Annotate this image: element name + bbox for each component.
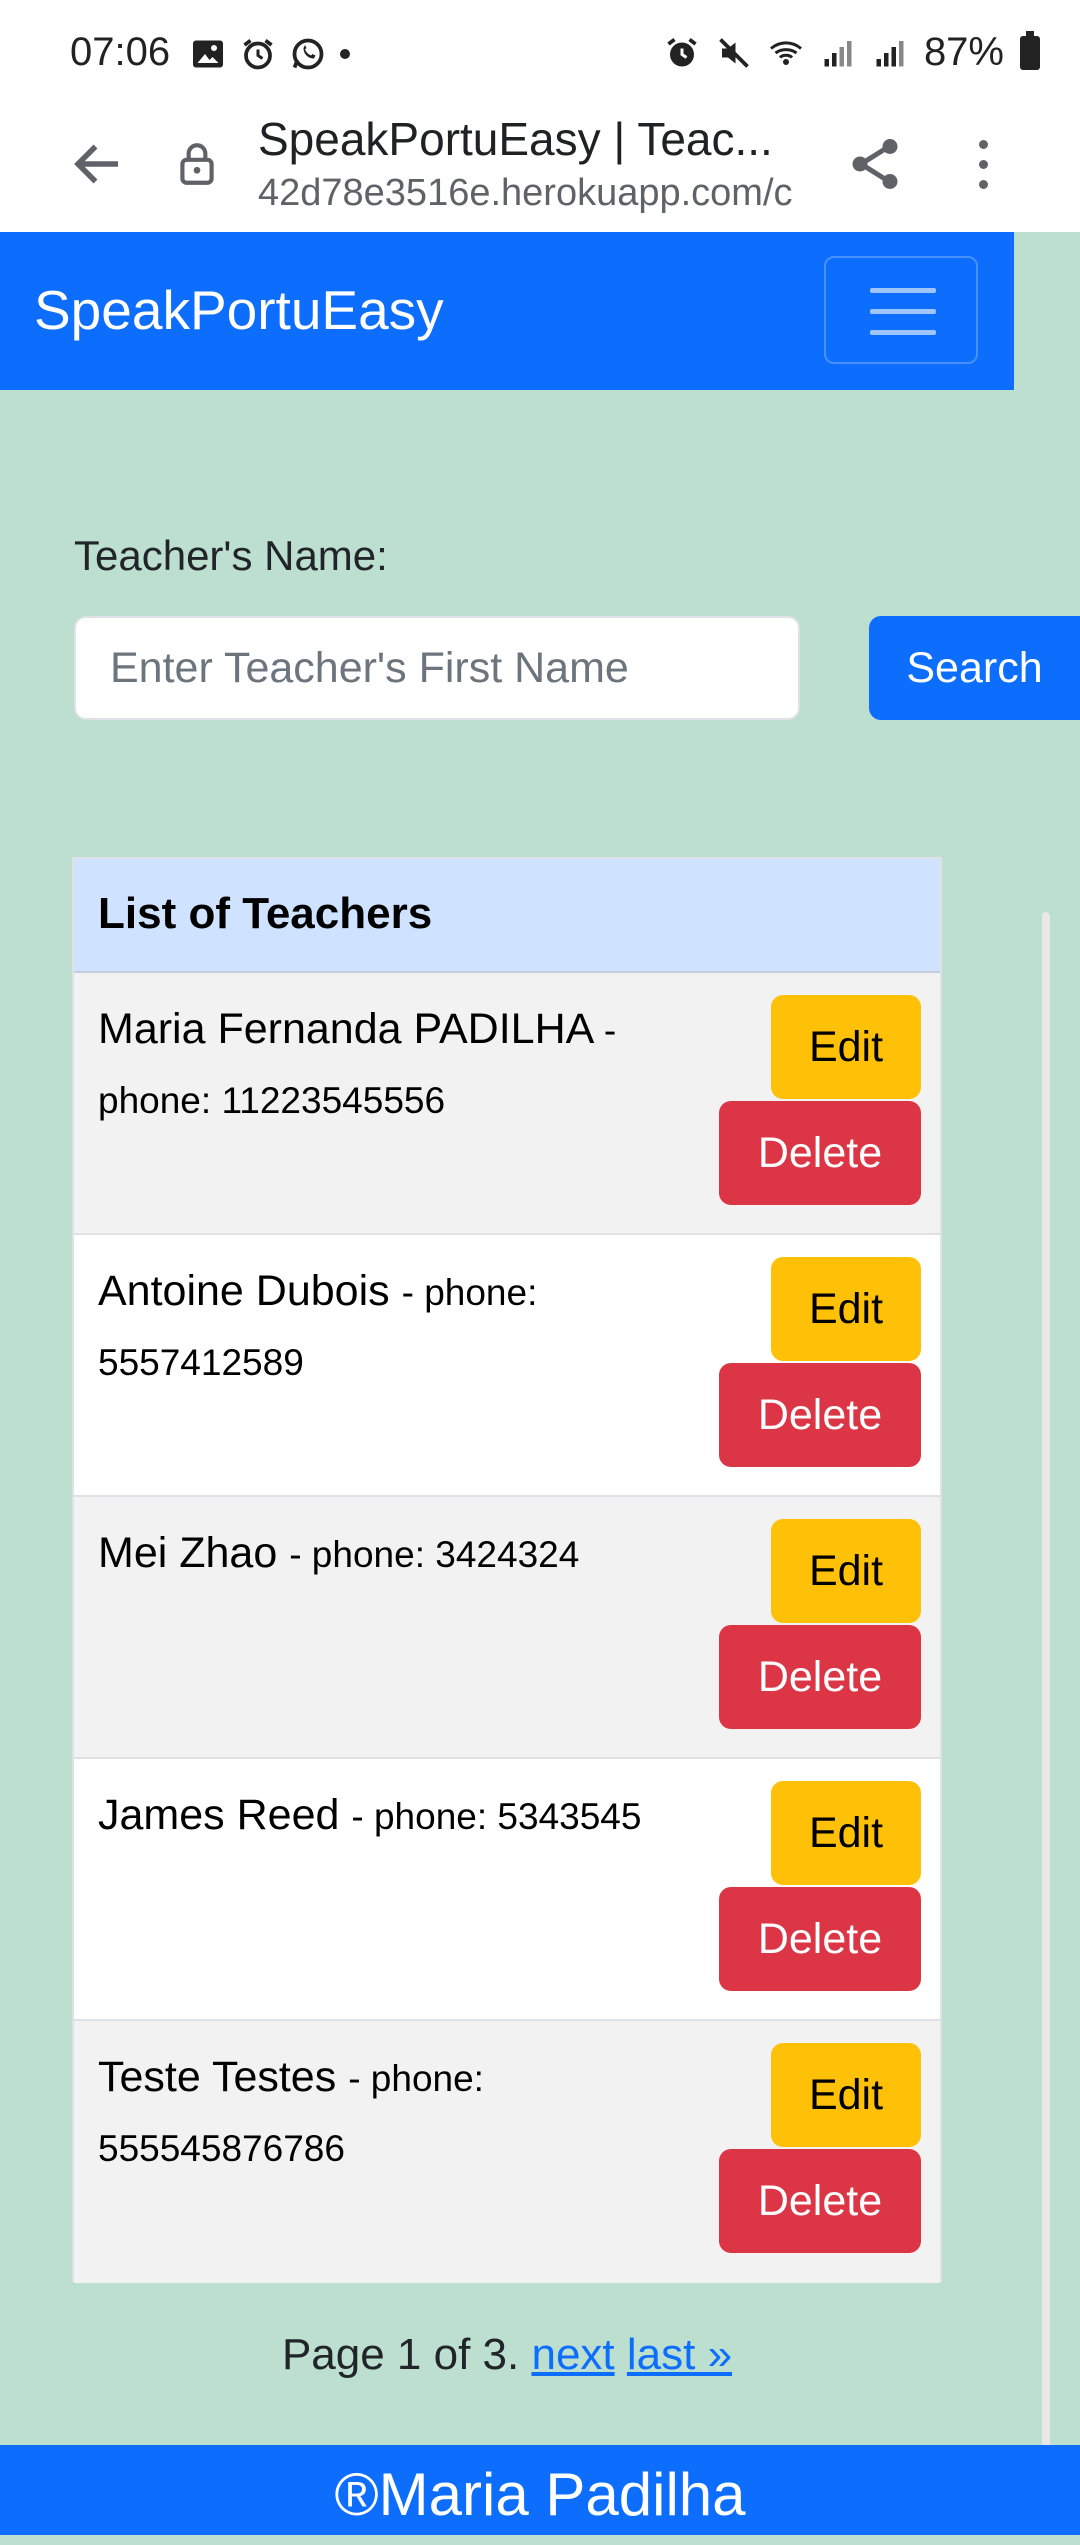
battery-icon bbox=[1020, 30, 1040, 70]
teacher-info: Mei Zhao - phone: 3424324 bbox=[98, 1519, 658, 1589]
delete-button[interactable]: Delete bbox=[719, 2149, 921, 2253]
edit-button[interactable]: Edit bbox=[771, 1519, 921, 1623]
footer: ®Maria Padilha bbox=[0, 2445, 1080, 2535]
alarm-icon bbox=[667, 37, 697, 66]
more-options-icon[interactable] bbox=[968, 134, 998, 194]
last-page-link[interactable]: last » bbox=[627, 2330, 732, 2379]
mute-icon bbox=[719, 37, 749, 68]
next-page-link[interactable]: next bbox=[531, 2330, 614, 2379]
hamburger-icon-line bbox=[870, 309, 936, 314]
pagination: Page 1 of 3. next last » bbox=[0, 2330, 1014, 2380]
delete-button[interactable]: Delete bbox=[719, 1101, 921, 1205]
edit-button[interactable]: Edit bbox=[771, 2043, 921, 2147]
edit-button[interactable]: Edit bbox=[771, 1257, 921, 1361]
status-left-icons bbox=[190, 36, 350, 72]
status-bar: 07:06 87% bbox=[0, 0, 1080, 112]
table-row: Mei Zhao - phone: 3424324 Edit Delete bbox=[74, 1497, 940, 1759]
battery-percent: 87% bbox=[923, 30, 1004, 74]
teacher-name: Teste Testes bbox=[98, 2053, 337, 2101]
table-row: James Reed - phone: 5343545 Edit Delete bbox=[74, 1759, 940, 2021]
signal-icon bbox=[824, 40, 852, 66]
page-title[interactable]: SpeakPortuEasy | Teac... bbox=[258, 112, 798, 166]
signal-icon bbox=[876, 40, 904, 66]
edit-button[interactable]: Edit bbox=[771, 995, 921, 1099]
share-icon[interactable] bbox=[845, 134, 905, 194]
table-row: Antoine Dubois - phone: 5557412589 Edit De… bbox=[74, 1235, 940, 1497]
hamburger-icon-line bbox=[870, 330, 936, 335]
alarm-icon bbox=[243, 39, 273, 70]
search-button[interactable]: Search bbox=[869, 616, 1080, 720]
teacher-name-label: Teacher's Name: bbox=[74, 532, 388, 579]
delete-button[interactable]: Delete bbox=[719, 1887, 921, 1991]
edit-button[interactable]: Edit bbox=[771, 1781, 921, 1885]
teacher-phone: - phone: 5343545 bbox=[351, 1796, 642, 1837]
table-row: Maria Fernanda PADILHA - phone: 11223545… bbox=[74, 973, 940, 1235]
browser-toolbar: SpeakPortuEasy | Teac... 42d78e3516e.her… bbox=[0, 112, 1080, 232]
wifi-icon bbox=[769, 40, 802, 65]
teacher-name: Antoine Dubois bbox=[98, 1267, 390, 1315]
navbar-toggler-button[interactable] bbox=[824, 256, 978, 364]
status-right: 87% bbox=[664, 30, 1040, 75]
teacher-name: James Reed bbox=[98, 1791, 340, 1839]
notification-dot bbox=[340, 49, 350, 59]
status-time: 07:06 bbox=[70, 30, 171, 74]
teacher-name: Mei Zhao bbox=[98, 1529, 278, 1577]
teacher-info: James Reed - phone: 5343545 bbox=[98, 1781, 658, 1851]
gallery-icon bbox=[193, 40, 223, 68]
teacher-search-input[interactable] bbox=[74, 616, 800, 720]
teacher-info: Maria Fernanda PADILHA - phone: 11223545… bbox=[98, 995, 658, 1135]
navbar: SpeakPortuEasy bbox=[0, 232, 1014, 390]
delete-button[interactable]: Delete bbox=[719, 1363, 921, 1467]
teacher-info: Teste Testes - phone: 555545876786 bbox=[98, 2043, 658, 2183]
table-row: Teste Testes - phone: 555545876786 Edit De… bbox=[74, 2021, 940, 2283]
table-body: Maria Fernanda PADILHA - phone: 11223545… bbox=[74, 973, 940, 2283]
teachers-table: List of Teachers Maria Fernanda PADILHA … bbox=[72, 857, 942, 2283]
whatsapp-icon bbox=[292, 38, 324, 70]
table-header: List of Teachers bbox=[74, 859, 940, 973]
hamburger-icon bbox=[870, 288, 936, 293]
teacher-info: Antoine Dubois - phone: 5557412589 bbox=[98, 1257, 658, 1397]
delete-button[interactable]: Delete bbox=[719, 1625, 921, 1729]
teacher-phone: - phone: 3424324 bbox=[289, 1534, 580, 1575]
back-arrow-icon[interactable] bbox=[68, 134, 128, 194]
page-scrollbar[interactable] bbox=[1042, 912, 1050, 2482]
url-bar[interactable]: 42d78e3516e.herokuapp.com/c bbox=[258, 172, 803, 215]
teacher-name: Maria Fernanda PADILHA bbox=[98, 1005, 592, 1053]
navbar-brand[interactable]: SpeakPortuEasy bbox=[34, 278, 444, 342]
page-indicator: Page 1 of 3. bbox=[281, 2330, 520, 2379]
table-title: List of Teachers bbox=[98, 889, 433, 938]
lock-icon[interactable] bbox=[172, 134, 222, 194]
